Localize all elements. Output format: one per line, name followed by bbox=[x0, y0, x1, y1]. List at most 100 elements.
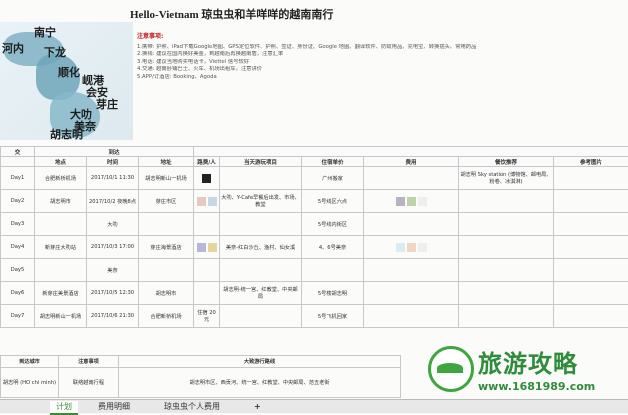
cell-food[interactable] bbox=[459, 282, 554, 305]
cell-ref[interactable] bbox=[554, 190, 628, 213]
cell-addr[interactable]: 合肥新桥机场 bbox=[139, 305, 194, 328]
cell-stay[interactable]: 5号楼胡志明 bbox=[302, 282, 364, 305]
cell-plan[interactable]: 大叻、Y-Cafe早餐后出发、市场、教堂 bbox=[220, 190, 302, 213]
cell-time[interactable]: 2017/10/6 21:30 bbox=[87, 305, 139, 328]
cell-cost[interactable] bbox=[364, 167, 459, 190]
cell-cost[interactable] bbox=[364, 282, 459, 305]
cell-cost[interactable] bbox=[364, 236, 459, 259]
cell-fee[interactable] bbox=[194, 282, 220, 305]
cell-day[interactable]: Day4 bbox=[1, 236, 35, 259]
cell-fee[interactable] bbox=[194, 213, 220, 236]
watermark-brand: 旅游攻略 bbox=[478, 344, 578, 379]
cell-food[interactable] bbox=[459, 305, 554, 328]
col-header[interactable]: 住宿单价 bbox=[302, 157, 364, 167]
cell-food[interactable] bbox=[459, 190, 554, 213]
cell-ref[interactable] bbox=[554, 259, 628, 282]
cell-ref[interactable] bbox=[554, 236, 628, 259]
cell-fee[interactable] bbox=[194, 236, 220, 259]
cell-plan[interactable] bbox=[220, 167, 302, 190]
col-header[interactable]: 餐饮推荐 bbox=[459, 157, 554, 167]
cell-ref[interactable] bbox=[554, 282, 628, 305]
cell-stay[interactable]: 5号线区六点 bbox=[302, 190, 364, 213]
note-line: 3.电话: 建议当地购买电话卡，Viettel 信号较好 bbox=[137, 59, 622, 67]
vietnam-map: 南宁 河内 下龙 顺化 岘港 会安 芽庄 大叻 美奈 胡志明 bbox=[0, 22, 133, 140]
cell-day[interactable]: Day5 bbox=[1, 259, 35, 282]
cell-time[interactable]: 2017/10/5 12:30 bbox=[87, 282, 139, 305]
sheet-tabs: 计划 费用明细 琼虫虫个人费用 + bbox=[0, 399, 628, 413]
cell-ref[interactable] bbox=[554, 305, 628, 328]
tab-personal-costs[interactable]: 琼虫虫个人费用 bbox=[158, 401, 226, 413]
cell-addr[interactable]: 芽庄海景酒店 bbox=[139, 236, 194, 259]
cell-plan[interactable] bbox=[220, 259, 302, 282]
col-header[interactable]: 地址 bbox=[139, 157, 194, 167]
cell-food[interactable] bbox=[459, 259, 554, 282]
cell-plan[interactable]: 美奈-红白沙丘、渔村、仙女溪 bbox=[220, 236, 302, 259]
cell-food[interactable]: 胡志明 Sky station (博物馆、邮电局、粉卷、冰淇淋) bbox=[459, 167, 554, 190]
map-city: 南宁 bbox=[34, 24, 56, 40]
cell-stay[interactable]: 5号线内街区 bbox=[302, 213, 364, 236]
cell-food[interactable] bbox=[459, 213, 554, 236]
cell-place[interactable] bbox=[35, 259, 87, 282]
cell-addr[interactable] bbox=[139, 259, 194, 282]
cell-ref[interactable] bbox=[554, 213, 628, 236]
cell-stay[interactable]: 5号飞机回家 bbox=[302, 305, 364, 328]
cell-day[interactable]: Day3 bbox=[1, 213, 35, 236]
cell-note[interactable]: 联络越南行程 bbox=[59, 368, 119, 398]
cell-place[interactable]: 胡志明新山一机场 bbox=[35, 305, 87, 328]
col-header[interactable]: 路费/人 bbox=[194, 157, 220, 167]
col-header[interactable]: 到达城市 bbox=[1, 356, 59, 368]
table-row: Day3 大叻 5号线内街区 bbox=[1, 213, 628, 236]
cell-stay[interactable]: 广州搬家 bbox=[302, 167, 364, 190]
cell-day[interactable]: Day2 bbox=[1, 190, 35, 213]
table-row: Day6 新芽庄美景酒店 2017/10/5 12:30 胡志明市 胡志明-统一… bbox=[1, 282, 628, 305]
cell-day[interactable]: Day7 bbox=[1, 305, 35, 328]
cell-cost[interactable] bbox=[364, 305, 459, 328]
cell-fee[interactable]: 住宿 20元 bbox=[194, 305, 220, 328]
cell-plan[interactable] bbox=[220, 305, 302, 328]
tab-plan[interactable]: 计划 bbox=[50, 401, 78, 415]
cell-time[interactable]: 大叻 bbox=[87, 213, 139, 236]
cell-place[interactable]: 新芽庄大叻站 bbox=[35, 236, 87, 259]
cell-ref[interactable] bbox=[554, 167, 628, 190]
cell-place[interactable]: 胡志明市 bbox=[35, 190, 87, 213]
col-header[interactable]: 参考图片 bbox=[554, 157, 628, 167]
cell-day[interactable]: Day1 bbox=[1, 167, 35, 190]
cell-fee[interactable] bbox=[194, 167, 220, 190]
cell-fee[interactable] bbox=[194, 190, 220, 213]
cell-place[interactable] bbox=[35, 213, 87, 236]
cell-plan[interactable]: 胡志明-统一宫、红教堂、中央邮局 bbox=[220, 282, 302, 305]
col-header[interactable]: 地点 bbox=[35, 157, 87, 167]
add-sheet-button[interactable]: + bbox=[248, 401, 267, 413]
cell-plan[interactable] bbox=[220, 213, 302, 236]
cell-addr[interactable]: 胡志明市 bbox=[139, 282, 194, 305]
cell-time[interactable]: 美奈 bbox=[87, 259, 139, 282]
table-row: Day5 美奈 bbox=[1, 259, 628, 282]
cell-fee[interactable] bbox=[194, 259, 220, 282]
cell-stay[interactable]: 4、6号美奈 bbox=[302, 236, 364, 259]
cell-time[interactable]: 2017/10/3 17:00 bbox=[87, 236, 139, 259]
tab-costs[interactable]: 费用明细 bbox=[92, 401, 136, 413]
cell-place[interactable]: 新芽庄美景酒店 bbox=[35, 282, 87, 305]
map-city: 河内 bbox=[2, 40, 24, 56]
cell-addr[interactable]: 芽庄市区 bbox=[139, 190, 194, 213]
cell-cost[interactable] bbox=[364, 213, 459, 236]
cell-cost[interactable] bbox=[364, 259, 459, 282]
note-line: 1.携带: 护照、iPad下载Google地图、GPS定位软件、护照、签证、身份… bbox=[137, 44, 622, 52]
cell-stay[interactable] bbox=[302, 259, 364, 282]
col-header[interactable]: 当天游玩项目 bbox=[220, 157, 302, 167]
cell-time[interactable]: 2017/10/2 夜晚8点 bbox=[87, 190, 139, 213]
cell-addr[interactable]: 胡志明新山一机场 bbox=[139, 167, 194, 190]
col-header[interactable]: 注意事项 bbox=[59, 356, 119, 368]
col-header[interactable]: 大致游行路线 bbox=[119, 356, 401, 368]
col-header[interactable]: 费用 bbox=[364, 157, 459, 167]
cell-place[interactable]: 合肥新桥机场 bbox=[35, 167, 87, 190]
cell-addr[interactable] bbox=[139, 213, 194, 236]
cell-cost[interactable] bbox=[364, 190, 459, 213]
cell-city[interactable]: 胡志明 (HO chi minh) bbox=[1, 368, 59, 398]
cell-time[interactable]: 2017/10/1 11:30 bbox=[87, 167, 139, 190]
cell-food[interactable] bbox=[459, 236, 554, 259]
cell-route[interactable]: 胡志明市区、西贡河、统一宫、红教堂、中央邮局、范五老街 bbox=[119, 368, 401, 398]
map-city: 芽庄 bbox=[96, 96, 118, 112]
col-header[interactable]: 时间 bbox=[87, 157, 139, 167]
cell-day[interactable]: Day6 bbox=[1, 282, 35, 305]
